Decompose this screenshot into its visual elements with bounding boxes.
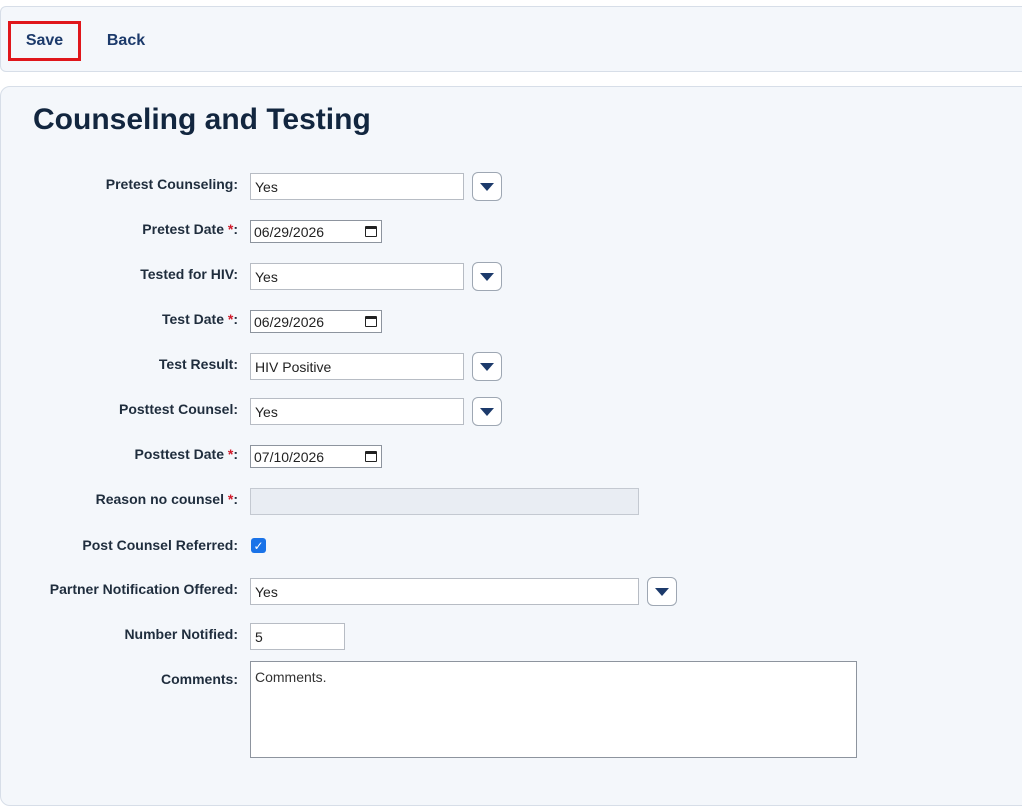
reason-no-counsel-label: Reason no counsel *: [95,491,238,507]
checkmark-icon: ✓ [253,538,264,553]
tested-for-hiv-select[interactable]: Yes [250,263,464,290]
comments-textarea[interactable]: Comments. [250,661,857,758]
calendar-icon[interactable] [365,451,377,462]
pretest-date-label: Pretest Date *: [142,221,238,237]
partner-notification-offered-dropdown-button[interactable] [647,577,677,606]
reason-no-counsel-input[interactable] [250,488,639,515]
partner-notification-offered-select[interactable]: Yes [250,578,639,605]
required-marker: * [227,491,234,507]
comments-label: Comments: [160,671,238,687]
number-notified-label: Number Notified: [124,626,238,642]
test-date-input[interactable]: 06/29/2026 [250,310,382,333]
chevron-down-icon [655,587,669,596]
save-button[interactable]: Save [8,21,81,61]
tested-for-hiv-dropdown-button[interactable] [472,262,502,291]
calendar-icon[interactable] [365,226,377,237]
back-button[interactable]: Back [97,21,155,61]
post-counsel-referred-label: Post Counsel Referred: [82,537,238,553]
chevron-down-icon [480,272,494,281]
posttest-date-input[interactable]: 07/10/2026 [250,445,382,468]
page-title: Counseling and Testing [33,103,371,136]
tested-for-hiv-label: Tested for HIV: [140,266,238,282]
posttest-counsel-dropdown-button[interactable] [472,397,502,426]
chevron-down-icon [480,182,494,191]
chevron-down-icon [480,362,494,371]
calendar-icon[interactable] [365,316,377,327]
number-notified-input[interactable]: 5 [250,623,345,650]
test-result-label: Test Result: [158,356,238,372]
pretest-counseling-label: Pretest Counseling: [105,176,238,192]
required-marker: * [227,311,234,327]
posttest-counsel-select[interactable]: Yes [250,398,464,425]
test-date-label: Test Date *: [162,311,238,327]
pretest-date-input[interactable]: 06/29/2026 [250,220,382,243]
chevron-down-icon [480,407,494,416]
post-counsel-referred-checkbox[interactable]: ✓ [251,538,266,553]
required-marker: * [227,221,234,237]
toolbar: Save Back [0,6,1022,72]
pretest-counseling-select[interactable]: Yes [250,173,464,200]
required-marker: * [227,446,234,462]
posttest-date-label: Posttest Date *: [134,446,238,462]
test-result-select[interactable]: HIV Positive [250,353,464,380]
pretest-counseling-dropdown-button[interactable] [472,172,502,201]
partner-notification-offered-label: Partner Notification Offered: [49,581,238,597]
test-result-dropdown-button[interactable] [472,352,502,381]
posttest-counsel-label: Posttest Counsel: [118,401,238,417]
